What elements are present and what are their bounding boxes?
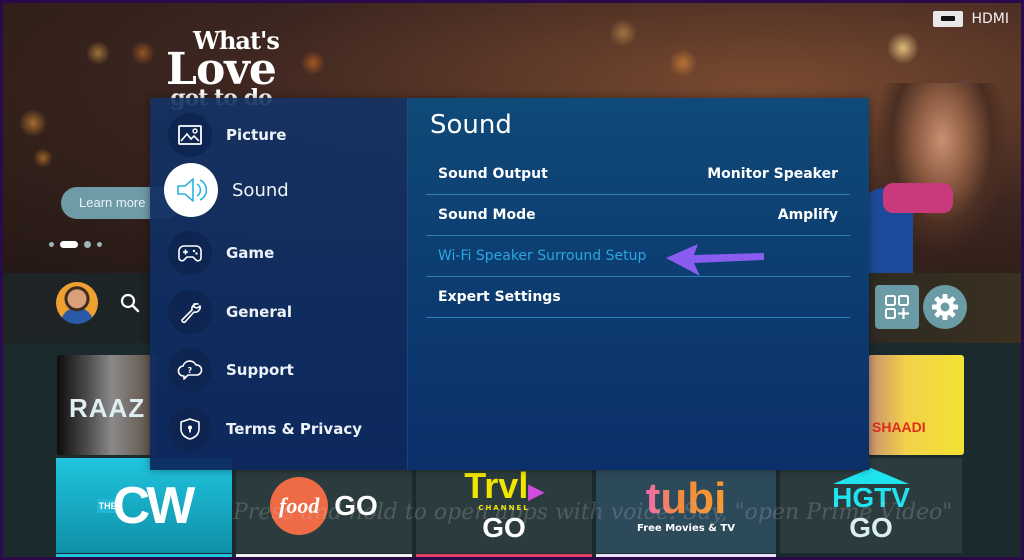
panel-title: Sound <box>430 110 512 140</box>
hero-person-scarf <box>883 183 953 213</box>
category-game[interactable]: Game <box>168 231 274 275</box>
gear-icon <box>932 294 958 320</box>
sound-settings-panel: Sound Sound Output Monitor Speaker Sound… <box>407 98 869 470</box>
next-row-preview <box>56 554 962 557</box>
apps-grid-icon <box>885 295 909 319</box>
settings-panel: Picture Sound Game General ? Support Ter… <box>150 98 869 470</box>
hero-title: What's Love got to do <box>166 26 280 108</box>
setting-row-sound-mode[interactable]: Sound Mode Amplify <box>426 195 850 236</box>
hdmi-port-icon <box>933 11 964 27</box>
carousel-indicator <box>49 241 102 248</box>
input-source-indicator: HDMI <box>933 11 1009 27</box>
carousel-dot[interactable] <box>97 242 102 247</box>
settings-category-list: Picture Sound Game General ? Support Ter… <box>150 98 407 470</box>
content-tile-raaz[interactable]: RAAZ <box>57 355 157 455</box>
annotation-arrow-icon <box>666 244 764 276</box>
cloud-question-icon: ? <box>168 348 212 392</box>
carousel-dot-active[interactable] <box>60 241 78 248</box>
the-cw-logo: THE CW <box>96 476 195 535</box>
tv-screen: What's Love got to do Learn more HDMI <box>3 3 1021 557</box>
gamepad-icon <box>168 231 212 275</box>
app-tile-the-cw[interactable]: THE CW <box>56 458 232 553</box>
category-general[interactable]: General <box>168 290 292 334</box>
profile-avatar[interactable] <box>56 282 98 324</box>
input-source-label: HDMI <box>971 11 1009 27</box>
voice-hint-text: Press and hold to open apps with voice. … <box>233 500 953 525</box>
setting-row-wifi-speaker-surround-setup[interactable]: Wi-Fi Speaker Surround Setup <box>426 236 850 277</box>
apps-button[interactable] <box>875 285 919 329</box>
category-sound[interactable]: Sound <box>164 163 289 217</box>
category-terms-privacy[interactable]: Terms & Privacy <box>168 407 362 451</box>
speaker-icon <box>164 163 218 217</box>
wrench-icon <box>168 290 212 334</box>
content-tile-shaadi[interactable]: SHAADI <box>868 355 964 455</box>
setting-row-expert-settings[interactable]: Expert Settings <box>426 277 850 318</box>
picture-icon <box>168 113 212 157</box>
category-picture[interactable]: Picture <box>168 113 286 157</box>
category-support[interactable]: ? Support <box>168 348 294 392</box>
shield-lock-icon <box>168 407 212 451</box>
search-icon[interactable] <box>120 293 140 313</box>
carousel-dot[interactable] <box>84 241 91 248</box>
settings-button[interactable] <box>923 285 967 329</box>
svg-text:?: ? <box>188 366 193 375</box>
carousel-dot[interactable] <box>49 242 54 247</box>
setting-row-sound-output[interactable]: Sound Output Monitor Speaker <box>426 154 850 195</box>
travel-channel-logo: Trvl▶ <box>464 464 544 506</box>
